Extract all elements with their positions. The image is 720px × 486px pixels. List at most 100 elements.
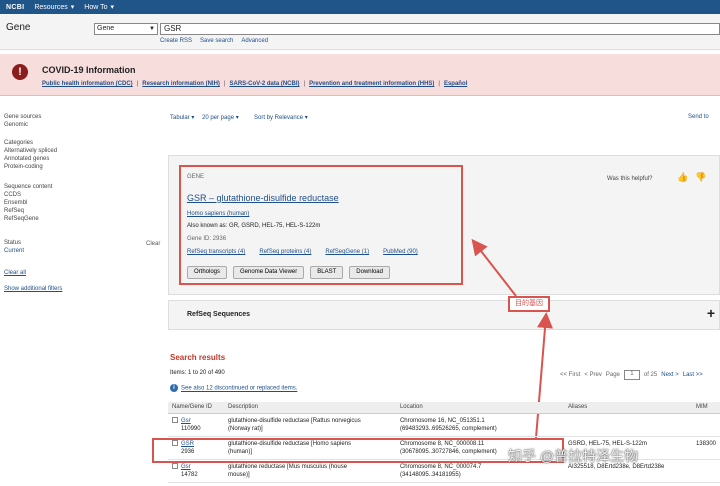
- orthologs-button[interactable]: Orthologs: [187, 266, 228, 279]
- filter-option[interactable]: Protein-coding: [4, 163, 57, 171]
- chevron-down-icon: ▼: [149, 26, 155, 32]
- download-button[interactable]: Download: [349, 266, 390, 279]
- description-cell: (human)]: [227, 448, 252, 455]
- blast-button[interactable]: BLAST: [310, 266, 344, 279]
- column-header[interactable]: Aliases: [563, 402, 692, 414]
- filter-option[interactable]: Ensembl: [4, 199, 52, 207]
- expand-icon[interactable]: +: [707, 305, 715, 321]
- alert-icon: !: [12, 64, 28, 80]
- prev-page-link[interactable]: < Prev: [584, 372, 602, 378]
- next-page-link[interactable]: Next >: [661, 372, 679, 378]
- table-row: Gsr 110990 glutathione-disulfide reductas…: [168, 413, 720, 437]
- filter-group-title: Gene sources: [4, 114, 42, 120]
- covid-link-ncbi[interactable]: SARS-CoV-2 data (NCBI): [229, 81, 299, 87]
- gene-name-link[interactable]: Gsr: [181, 418, 191, 424]
- covid-link-hhs[interactable]: Prevention and treatment information (HH…: [309, 81, 434, 87]
- pagination: << First < Prev Page 1 of 25 Next > Last…: [560, 370, 703, 380]
- location-cell: (69483293..69526265, complement): [399, 425, 497, 432]
- filter-option[interactable]: Alternatively spliced: [4, 147, 57, 155]
- location-cell: Chromosome 16, NC_051351.1: [399, 417, 485, 424]
- filter-group-title: Categories: [4, 140, 34, 146]
- row-checkbox[interactable]: [172, 462, 178, 469]
- database-title: Gene: [6, 22, 31, 33]
- chevron-down-icon: ▾: [70, 4, 75, 11]
- show-additional-filters-link[interactable]: Show additional filters: [4, 285, 62, 293]
- page-number-input[interactable]: 1: [623, 370, 640, 380]
- description-cell: glutathione reductase [Mus musculus (hou…: [227, 463, 348, 470]
- covid-link-espanol[interactable]: Español: [444, 81, 467, 87]
- row-checkbox[interactable]: [172, 439, 178, 446]
- thumbs-up-icon[interactable]: 👍: [677, 172, 688, 183]
- filter-group-title: Status: [4, 240, 22, 246]
- column-header[interactable]: Location: [395, 402, 564, 414]
- filter-option-active[interactable]: Current: [4, 247, 24, 255]
- description-cell: mouse)]: [227, 471, 250, 478]
- ncbi-logo[interactable]: NCBI: [6, 4, 24, 11]
- advanced-search-link[interactable]: Advanced: [241, 38, 268, 44]
- filter-option[interactable]: CCDS: [4, 191, 52, 199]
- description-cell: glutathione-disulfide reductase [Homo sa…: [227, 440, 352, 447]
- gene-aliases: Also known as: GR, GSRD, HEL-75, HEL-S-1…: [187, 223, 321, 229]
- column-header[interactable]: MIM: [691, 402, 720, 414]
- location-cell: Chromosome 8, NC_000074.7: [399, 463, 482, 470]
- database-select[interactable]: Gene ▼: [94, 23, 158, 35]
- save-search-link[interactable]: Save search: [200, 38, 233, 44]
- row-checkbox[interactable]: [172, 416, 178, 423]
- refseq-proteins-link[interactable]: RefSeq proteins (4): [259, 249, 311, 255]
- mim-cell: 138300: [691, 436, 720, 460]
- gene-id-cell: 110990: [181, 425, 201, 432]
- covid-link-cdc[interactable]: Public health information (CDC): [42, 81, 133, 87]
- mim-cell: [691, 413, 720, 437]
- clear-filter-link[interactable]: Clear: [146, 241, 160, 247]
- sort-dropdown[interactable]: Sort by Relevance ▾: [254, 114, 308, 121]
- covid-title: COVID-19 Information: [42, 65, 136, 75]
- description-cell: (Norway rat)]: [227, 425, 263, 432]
- target-gene-annotation: 目的基因: [508, 296, 550, 312]
- info-icon: i: [170, 384, 178, 392]
- filter-option[interactable]: RefSeqGene: [4, 215, 52, 223]
- how-to-menu[interactable]: How To ▾: [84, 3, 114, 12]
- refseq-sequences-panel[interactable]: RefSeq Sequences +: [168, 300, 720, 330]
- per-page-dropdown[interactable]: 20 per page ▾: [202, 114, 239, 121]
- location-cell: (34148095..34181955): [399, 471, 461, 478]
- clear-all-link[interactable]: Clear all: [4, 269, 26, 277]
- last-page-link[interactable]: Last >>: [683, 372, 703, 378]
- gene-name-link[interactable]: Gsr: [181, 464, 191, 470]
- filter-group-title: Sequence content: [4, 184, 53, 190]
- see-also-link[interactable]: See also 12 discontinued or replaced ite…: [181, 386, 297, 392]
- helpful-prompt: Was this helpful?: [607, 176, 653, 182]
- resources-menu[interactable]: Resources ▾: [34, 3, 75, 12]
- covid-link-nih[interactable]: Research information (NIH): [142, 81, 220, 87]
- results-table: Name/Gene ID Description Location Aliase…: [168, 402, 720, 483]
- gene-title-link[interactable]: GSR – glutathione-disulfide reductase: [187, 193, 339, 203]
- first-page-link[interactable]: << First: [560, 372, 580, 378]
- location-cell: (30678095..30727846, complement): [399, 448, 497, 455]
- watermark: 知乎 @普拉特泽生物: [508, 448, 639, 464]
- gene-name-link[interactable]: GSR: [181, 441, 194, 447]
- search-input[interactable]: GSR: [160, 23, 720, 35]
- pubmed-link[interactable]: PubMed (90): [383, 249, 418, 255]
- refseqgene-link[interactable]: RefSeqGene (1): [325, 249, 369, 255]
- format-dropdown[interactable]: Tabular ▾: [170, 114, 194, 121]
- filter-option[interactable]: RefSeq: [4, 207, 52, 215]
- gene-id: Gene ID: 2936: [187, 236, 227, 242]
- items-count: Items: 1 to 20 of 490: [170, 370, 225, 376]
- refseq-transcripts-link[interactable]: RefSeq transcripts (4): [187, 249, 245, 255]
- send-to-dropdown[interactable]: Send to: [688, 114, 709, 120]
- page-label: Page: [605, 372, 620, 378]
- gene-sensor-card: GENE GSR – glutathione-disulfide reducta…: [168, 155, 720, 295]
- column-header[interactable]: Name/Gene ID: [168, 402, 224, 414]
- filter-option[interactable]: Genomic: [4, 121, 41, 129]
- aliases-cell: [563, 413, 692, 437]
- genome-data-viewer-button[interactable]: Genome Data Viewer: [233, 266, 305, 279]
- description-cell: glutathione-disulfide reductase [Rattus …: [227, 417, 361, 424]
- location-cell: Chromosome 8, NC_000008.11: [399, 440, 485, 447]
- gene-id-cell: 14782: [181, 471, 198, 478]
- page-total: of 25: [643, 372, 658, 378]
- organism-link[interactable]: Homo sapiens (human): [187, 211, 249, 217]
- see-also-notice: i See also 12 discontinued or replaced it…: [170, 384, 297, 392]
- thumbs-down-icon[interactable]: 👎: [695, 172, 706, 183]
- column-header[interactable]: Description: [223, 402, 396, 414]
- create-rss-link[interactable]: Create RSS: [160, 38, 192, 44]
- filter-option[interactable]: Annotated genes: [4, 155, 57, 163]
